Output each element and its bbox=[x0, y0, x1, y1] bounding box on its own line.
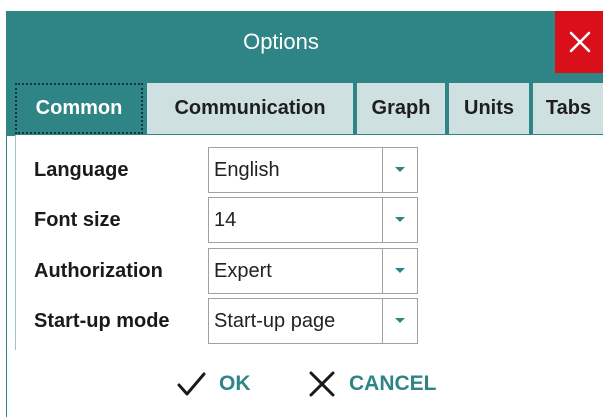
common-settings-panel: Language English Font size 14 Authorizat… bbox=[15, 135, 603, 351]
font-size-select[interactable]: 14 bbox=[208, 197, 418, 243]
cancel-button[interactable]: CANCEL bbox=[307, 362, 437, 406]
chevron-down-icon[interactable] bbox=[382, 148, 417, 192]
close-button[interactable] bbox=[555, 11, 603, 73]
tab-bar: Common Communication Graph Units Tabs bbox=[7, 73, 603, 136]
startup-mode-select[interactable]: Start-up page bbox=[208, 298, 418, 344]
check-icon bbox=[177, 372, 206, 396]
authorization-label: Authorization bbox=[34, 260, 163, 282]
language-value: English bbox=[214, 159, 280, 181]
tab-common[interactable]: Common bbox=[15, 83, 143, 134]
chevron-down-icon[interactable] bbox=[382, 249, 417, 293]
authorization-select[interactable]: Expert bbox=[208, 248, 418, 294]
ok-button[interactable]: OK bbox=[175, 362, 251, 406]
tab-tabs[interactable]: Tabs bbox=[533, 83, 603, 134]
font-size-label: Font size bbox=[34, 209, 121, 231]
tab-units[interactable]: Units bbox=[449, 83, 529, 134]
title-bar: Options bbox=[7, 11, 603, 73]
startup-mode-value: Start-up page bbox=[214, 310, 336, 332]
tab-communication[interactable]: Communication bbox=[147, 83, 353, 134]
window-title: Options bbox=[243, 29, 319, 54]
font-size-value: 14 bbox=[214, 209, 237, 231]
language-select[interactable]: English bbox=[208, 147, 418, 193]
startup-mode-label: Start-up mode bbox=[34, 310, 170, 332]
authorization-value: Expert bbox=[214, 260, 272, 282]
cancel-label: CANCEL bbox=[349, 372, 437, 395]
tab-graph[interactable]: Graph bbox=[357, 83, 445, 134]
chevron-down-icon[interactable] bbox=[382, 299, 417, 343]
ok-label: OK bbox=[219, 372, 251, 395]
chevron-down-icon[interactable] bbox=[382, 198, 417, 242]
x-icon bbox=[309, 371, 335, 397]
close-icon bbox=[569, 31, 590, 53]
dialog-footer: OK CANCEL bbox=[7, 350, 603, 417]
language-label: Language bbox=[34, 159, 129, 181]
options-dialog: Options Common Communication Graph Units… bbox=[6, 11, 603, 417]
